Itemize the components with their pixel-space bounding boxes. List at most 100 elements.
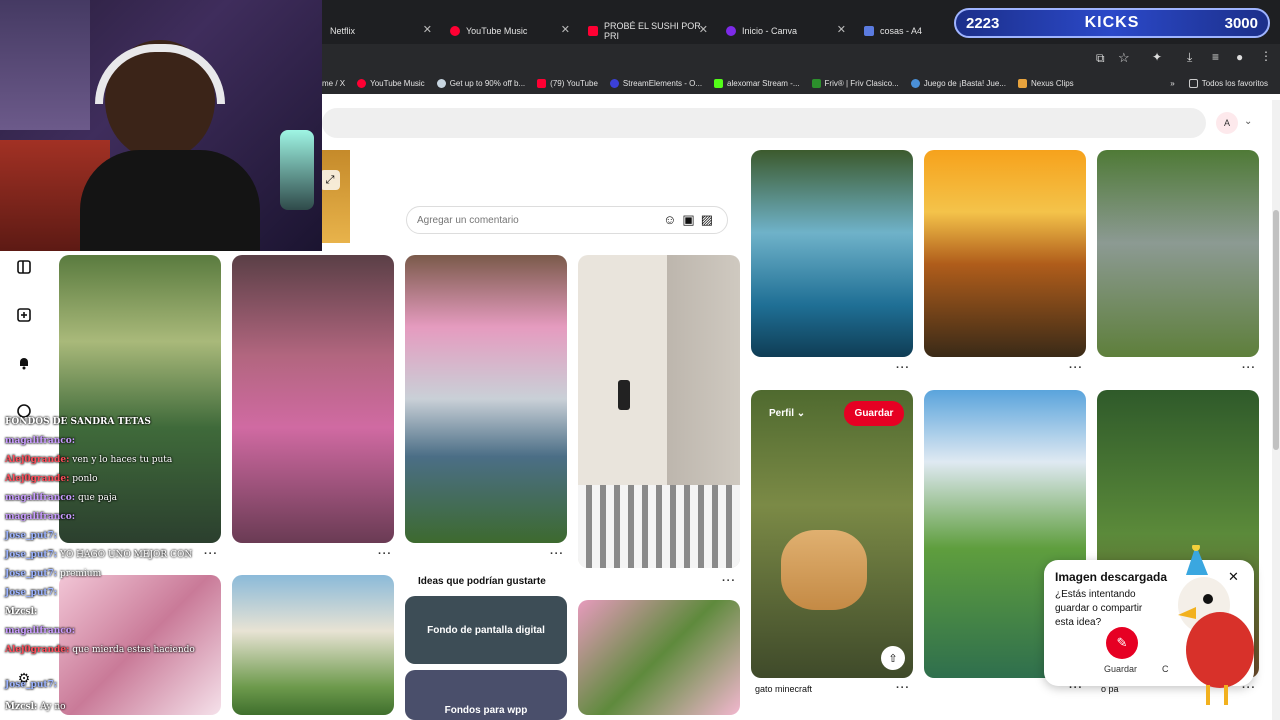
pin-more-icon[interactable]: ···: [896, 682, 910, 694]
pin-sports-car[interactable]: [1097, 150, 1259, 357]
close-icon[interactable]: ✕: [423, 23, 432, 36]
chat-username: Mzcsl:: [5, 702, 38, 712]
tab-netflix[interactable]: Netflix ✕: [322, 17, 440, 44]
bookmarks-overflow[interactable]: »: [1170, 79, 1174, 88]
share-icon[interactable]: ⇧: [881, 646, 905, 670]
steam-icon: [436, 78, 446, 88]
pin-image[interactable]: [322, 150, 350, 243]
idea-card-wpp[interactable]: Fondos para wpp: [405, 670, 567, 720]
close-icon[interactable]: ✕: [561, 23, 570, 36]
media-controls-icon[interactable]: ≡: [1212, 50, 1219, 64]
bookmark-kick[interactable]: alexomar Stream -...: [714, 78, 800, 88]
tab-cosas[interactable]: cosas - A4: [856, 17, 952, 44]
all-favorites[interactable]: Todos los favoritos: [1188, 78, 1268, 88]
bookmark-label: Nexus Clips: [1031, 78, 1074, 88]
headphones: [95, 44, 225, 104]
pin-more-icon[interactable]: ···: [378, 548, 392, 560]
pin-pink-grass[interactable]: [578, 600, 740, 715]
bell-icon[interactable]: [14, 353, 34, 373]
bookmark-label: YouTube Music: [370, 78, 425, 88]
shelf-background: [0, 0, 90, 130]
search-input[interactable]: [322, 108, 1206, 138]
bookmark-star-icon[interactable]: ☆: [1118, 50, 1130, 66]
chat-message: Jose_put7: premium: [5, 569, 101, 579]
chat-message: FONDOS DE SANDRA TETAS: [5, 417, 151, 427]
bookmark-label: Friv® | Friv Clasico...: [824, 78, 899, 88]
bookmark-basta[interactable]: Juego de ¡Basta! Jue...: [910, 78, 1006, 88]
pin-street-scene[interactable]: [578, 255, 740, 568]
chevron-down-icon[interactable]: ⌄: [1244, 116, 1252, 127]
chevron-right-icon: »: [1170, 78, 1175, 88]
pin-more-icon[interactable]: ···: [1242, 362, 1256, 374]
pin-waterfall[interactable]: [751, 150, 913, 357]
kicks-goal: 3000: [1224, 14, 1258, 32]
profile-selector[interactable]: Perfil ⌄: [761, 404, 813, 423]
chat-message: Jose_put7:: [5, 680, 57, 690]
comment-input[interactable]: Agregar un comentario ☺▣▨: [406, 206, 728, 234]
pin-more-icon[interactable]: ···: [204, 548, 218, 560]
bookmark-nexus[interactable]: Nexus Clips: [1018, 78, 1074, 88]
chat-message: Jose_put7: YO HAGO UNO MEJOR CON: [5, 550, 192, 560]
scrollbar-thumb[interactable]: [1273, 210, 1279, 450]
friv-icon: [811, 78, 821, 88]
tab-youtube-music[interactable]: YouTube Music ✕: [442, 17, 578, 44]
pin-more-icon[interactable]: ···: [1069, 362, 1083, 374]
canva-icon: [726, 25, 736, 36]
ideas-more-icon[interactable]: ···: [722, 575, 736, 587]
pin-cloud-landscape[interactable]: [232, 575, 394, 715]
close-icon[interactable]: ✕: [837, 23, 846, 36]
emoji-sticker-image-icons[interactable]: ☺▣▨: [663, 212, 719, 228]
bookmark-youtube-music[interactable]: YouTube Music: [357, 78, 425, 88]
sidebar-board-icon[interactable]: [14, 257, 34, 277]
pin-save-icon[interactable]: ✎: [1106, 627, 1138, 659]
chat-message: Mzcsl:: [5, 607, 37, 617]
chat-text: que mierda estas haciendo: [69, 645, 195, 655]
bookmark-label: Todos los favoritos: [1201, 78, 1268, 88]
tab-canva[interactable]: Inicio - Canva ✕: [718, 17, 854, 44]
traffic-light: [618, 380, 630, 410]
pin-more-icon[interactable]: ···: [896, 362, 910, 374]
install-app-icon[interactable]: ⧉: [1096, 51, 1105, 66]
menu-dots-icon[interactable]: ⋮: [1260, 49, 1272, 63]
scrollbar[interactable]: [1272, 100, 1280, 720]
chat-message: magalifranco:: [5, 626, 75, 636]
chicken-mascot: [1160, 543, 1256, 710]
bookmark-youtube[interactable]: (79) YouTube: [537, 78, 598, 88]
bookmark-friv[interactable]: Friv® | Friv Clasico...: [811, 78, 899, 88]
chat-username: magalifranco:: [5, 512, 76, 522]
bookmark-streamelements[interactable]: StreamElements - O...: [609, 78, 702, 88]
expand-icon[interactable]: ⤢: [320, 170, 340, 190]
pin-more-icon[interactable]: ···: [550, 548, 564, 560]
tab-sushi-video[interactable]: PROBÉ EL SUSHI POR PRI ✕: [580, 17, 716, 44]
chat-text: ponlo: [69, 474, 98, 484]
pin-minecraft-cat[interactable]: [751, 390, 913, 678]
idea-card-digital-wallpaper[interactable]: Fondo de pantalla digital: [405, 596, 567, 664]
bookmark-label: me / X: [322, 78, 346, 88]
pin-cherry-lake[interactable]: [405, 255, 567, 543]
chat-message: magalifranco:: [5, 436, 75, 446]
bookmark-x[interactable]: me / X: [322, 79, 345, 88]
youtube-icon: [537, 78, 547, 88]
chat-text: premium: [57, 569, 102, 579]
pin-sunset-house[interactable]: [924, 150, 1086, 357]
chat-message: magalifranco: que paja: [5, 493, 117, 503]
create-pin-icon[interactable]: [14, 305, 34, 325]
save-button[interactable]: Guardar: [844, 401, 904, 426]
tab-title: Netflix: [330, 25, 356, 36]
profile-icon[interactable]: ●: [1236, 50, 1243, 64]
idea-label: Fondo de pantalla digital: [427, 624, 545, 636]
chat-username: Mzcsl:: [5, 607, 38, 617]
lamp: [280, 130, 314, 210]
extensions-icon[interactable]: ✦: [1152, 50, 1162, 64]
bookmark-steam[interactable]: Get up to 90% off b...: [436, 78, 525, 88]
chat-message: Mzcsl: Ay no: [5, 702, 66, 712]
close-icon[interactable]: ✕: [699, 23, 708, 36]
youtube-icon: [588, 25, 598, 36]
pin-pink-flowers[interactable]: [232, 255, 394, 543]
bookmark-label: alexomar Stream -...: [727, 78, 800, 88]
chat-username: Jose_put7:: [5, 550, 58, 560]
chat-message: Alej0grande: ponlo: [5, 474, 98, 484]
download-icon[interactable]: ⤓: [1187, 50, 1192, 65]
chat-username: Jose_put7:: [5, 531, 58, 541]
avatar[interactable]: A: [1216, 112, 1238, 134]
